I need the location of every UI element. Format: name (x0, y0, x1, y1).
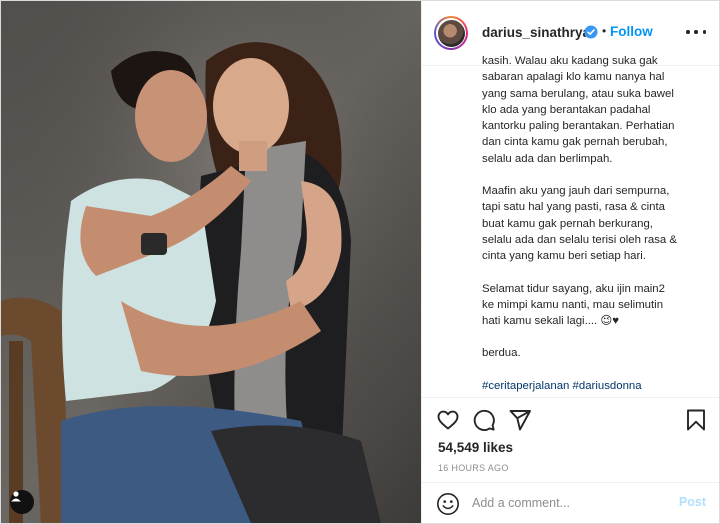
follow-button[interactable]: Follow (610, 24, 653, 39)
user-tag-icon (11, 491, 21, 502)
avatar[interactable] (434, 16, 468, 50)
comment-input[interactable] (472, 493, 662, 513)
caption-paragraph: Selamat tidur sayang, aku ijin main2 ke … (482, 282, 665, 328)
verified-badge-icon (584, 25, 598, 39)
paper-plane-icon[interactable] (508, 408, 532, 432)
avatar-image (437, 19, 465, 47)
username-link[interactable]: darius_sinathrya (482, 25, 590, 40)
post-details-panel: darius_sinathrya • Follow kasih. Walau a… (421, 1, 719, 523)
comment-bar: Post (422, 482, 719, 523)
smiley-icon[interactable] (436, 492, 460, 516)
caption-paragraph: kasih. Walau aku kadang suka gak sabaran… (482, 55, 675, 165)
separator-dot: • (602, 24, 607, 38)
caption-paragraph: Maafin aku yang jauh dari sempurna, tapi… (482, 185, 678, 263)
post-photo[interactable] (1, 1, 421, 523)
heart-icon[interactable] (436, 408, 460, 432)
comment-icon[interactable] (472, 408, 496, 432)
post-comment-button[interactable]: Post (679, 495, 706, 509)
post-actions-bar (422, 397, 719, 438)
likes-count[interactable]: 54,549 likes (438, 440, 513, 455)
tagged-users-button[interactable] (10, 490, 34, 514)
caption-paragraph: berdua. (482, 347, 521, 360)
caption-hashtags[interactable]: #ceritaperjalanan #dariusdonna (482, 378, 712, 394)
post-caption: kasih. Walau aku kadang suka gak sabaran… (482, 53, 712, 395)
post-timestamp[interactable]: 16 HOURS AGO (438, 463, 509, 473)
bookmark-icon[interactable] (684, 408, 708, 432)
more-options-icon[interactable] (686, 30, 706, 36)
couple-photo-illustration (1, 1, 421, 523)
instagram-post-window: darius_sinathrya • Follow kasih. Walau a… (0, 0, 720, 524)
